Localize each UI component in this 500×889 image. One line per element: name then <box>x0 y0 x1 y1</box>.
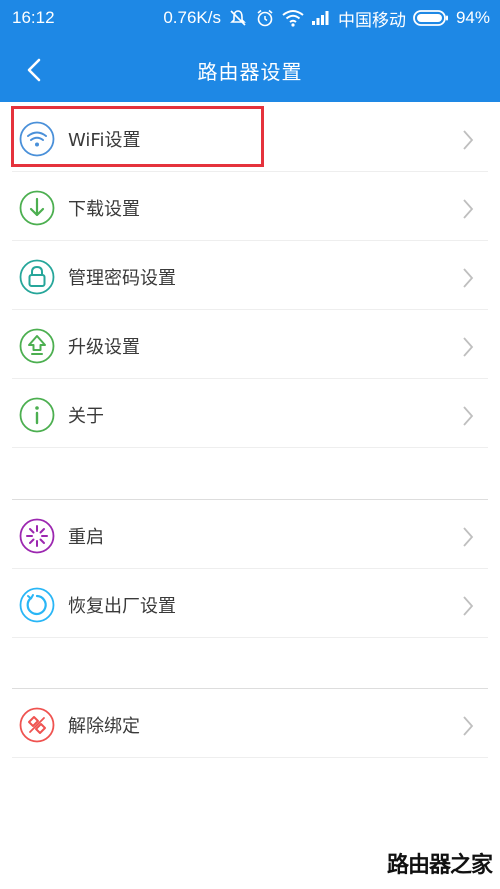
chevron-right-icon <box>462 526 474 548</box>
menu-item-label: 重启 <box>68 527 104 548</box>
navigation-bar: 路由器设置 <box>0 36 500 102</box>
status-right-group: 0.76K/s 中国移动 94% <box>163 0 490 36</box>
chevron-right-icon <box>462 198 474 220</box>
info-icon <box>19 397 55 433</box>
group-separator <box>12 688 488 689</box>
chevron-right-icon <box>462 267 474 289</box>
row-divider <box>12 637 488 638</box>
battery-icon <box>413 9 449 27</box>
menu-item-upgrade-settings[interactable]: 升级设置 <box>0 311 500 379</box>
menu-item-label: 下载设置 <box>68 199 140 220</box>
mute-icon <box>228 8 248 28</box>
status-time: 16:12 <box>12 8 55 27</box>
chevron-right-icon <box>462 715 474 737</box>
menu-item-factory-reset[interactable]: 恢复出厂设置 <box>0 570 500 638</box>
alarm-icon <box>255 8 275 28</box>
row-divider <box>12 240 488 241</box>
row-divider <box>12 171 488 172</box>
row-divider <box>12 309 488 310</box>
chevron-right-icon <box>462 129 474 151</box>
menu-item-label: WiFi设置 <box>68 130 141 151</box>
menu-item-label: 恢复出厂设置 <box>68 596 176 617</box>
battery-percent: 94% <box>455 8 490 27</box>
row-divider <box>12 757 488 758</box>
download-icon <box>19 190 55 226</box>
unbind-icon <box>19 707 55 743</box>
lock-icon <box>19 259 55 295</box>
status-bar: 16:12 0.76K/s 中国移动 94% <box>0 0 500 36</box>
page-title: 路由器设置 <box>197 60 303 84</box>
menu-item-unbind[interactable]: 解除绑定 <box>0 690 500 758</box>
row-divider <box>12 378 488 379</box>
network-speed: 0.76K/s <box>163 8 221 27</box>
upgrade-icon <box>19 328 55 364</box>
menu-item-download-settings[interactable]: 下载设置 <box>0 173 500 241</box>
menu-item-about[interactable]: 关于 <box>0 380 500 448</box>
watermark: 路由器之家 <box>386 853 493 878</box>
chevron-right-icon <box>462 595 474 617</box>
menu-item-label: 关于 <box>68 406 104 427</box>
carrier-name: 中国移动 <box>337 10 406 30</box>
group-separator <box>12 499 488 500</box>
wifi-signal-icon <box>282 9 304 27</box>
wifi-icon <box>19 121 55 157</box>
menu-item-label: 管理密码设置 <box>68 268 176 289</box>
restart-icon <box>19 518 55 554</box>
menu-item-password-settings[interactable]: 管理密码设置 <box>0 242 500 310</box>
row-divider <box>12 447 488 448</box>
reset-icon <box>19 587 55 623</box>
row-divider <box>12 568 488 569</box>
menu-item-restart[interactable]: 重启 <box>0 501 500 569</box>
chevron-right-icon <box>462 405 474 427</box>
menu-item-label: 解除绑定 <box>68 716 140 737</box>
menu-item-label: 升级设置 <box>68 337 140 358</box>
cell-signal-icon <box>311 10 331 26</box>
chevron-right-icon <box>462 336 474 358</box>
menu-item-wifi-settings[interactable]: WiFi设置 <box>0 104 500 172</box>
